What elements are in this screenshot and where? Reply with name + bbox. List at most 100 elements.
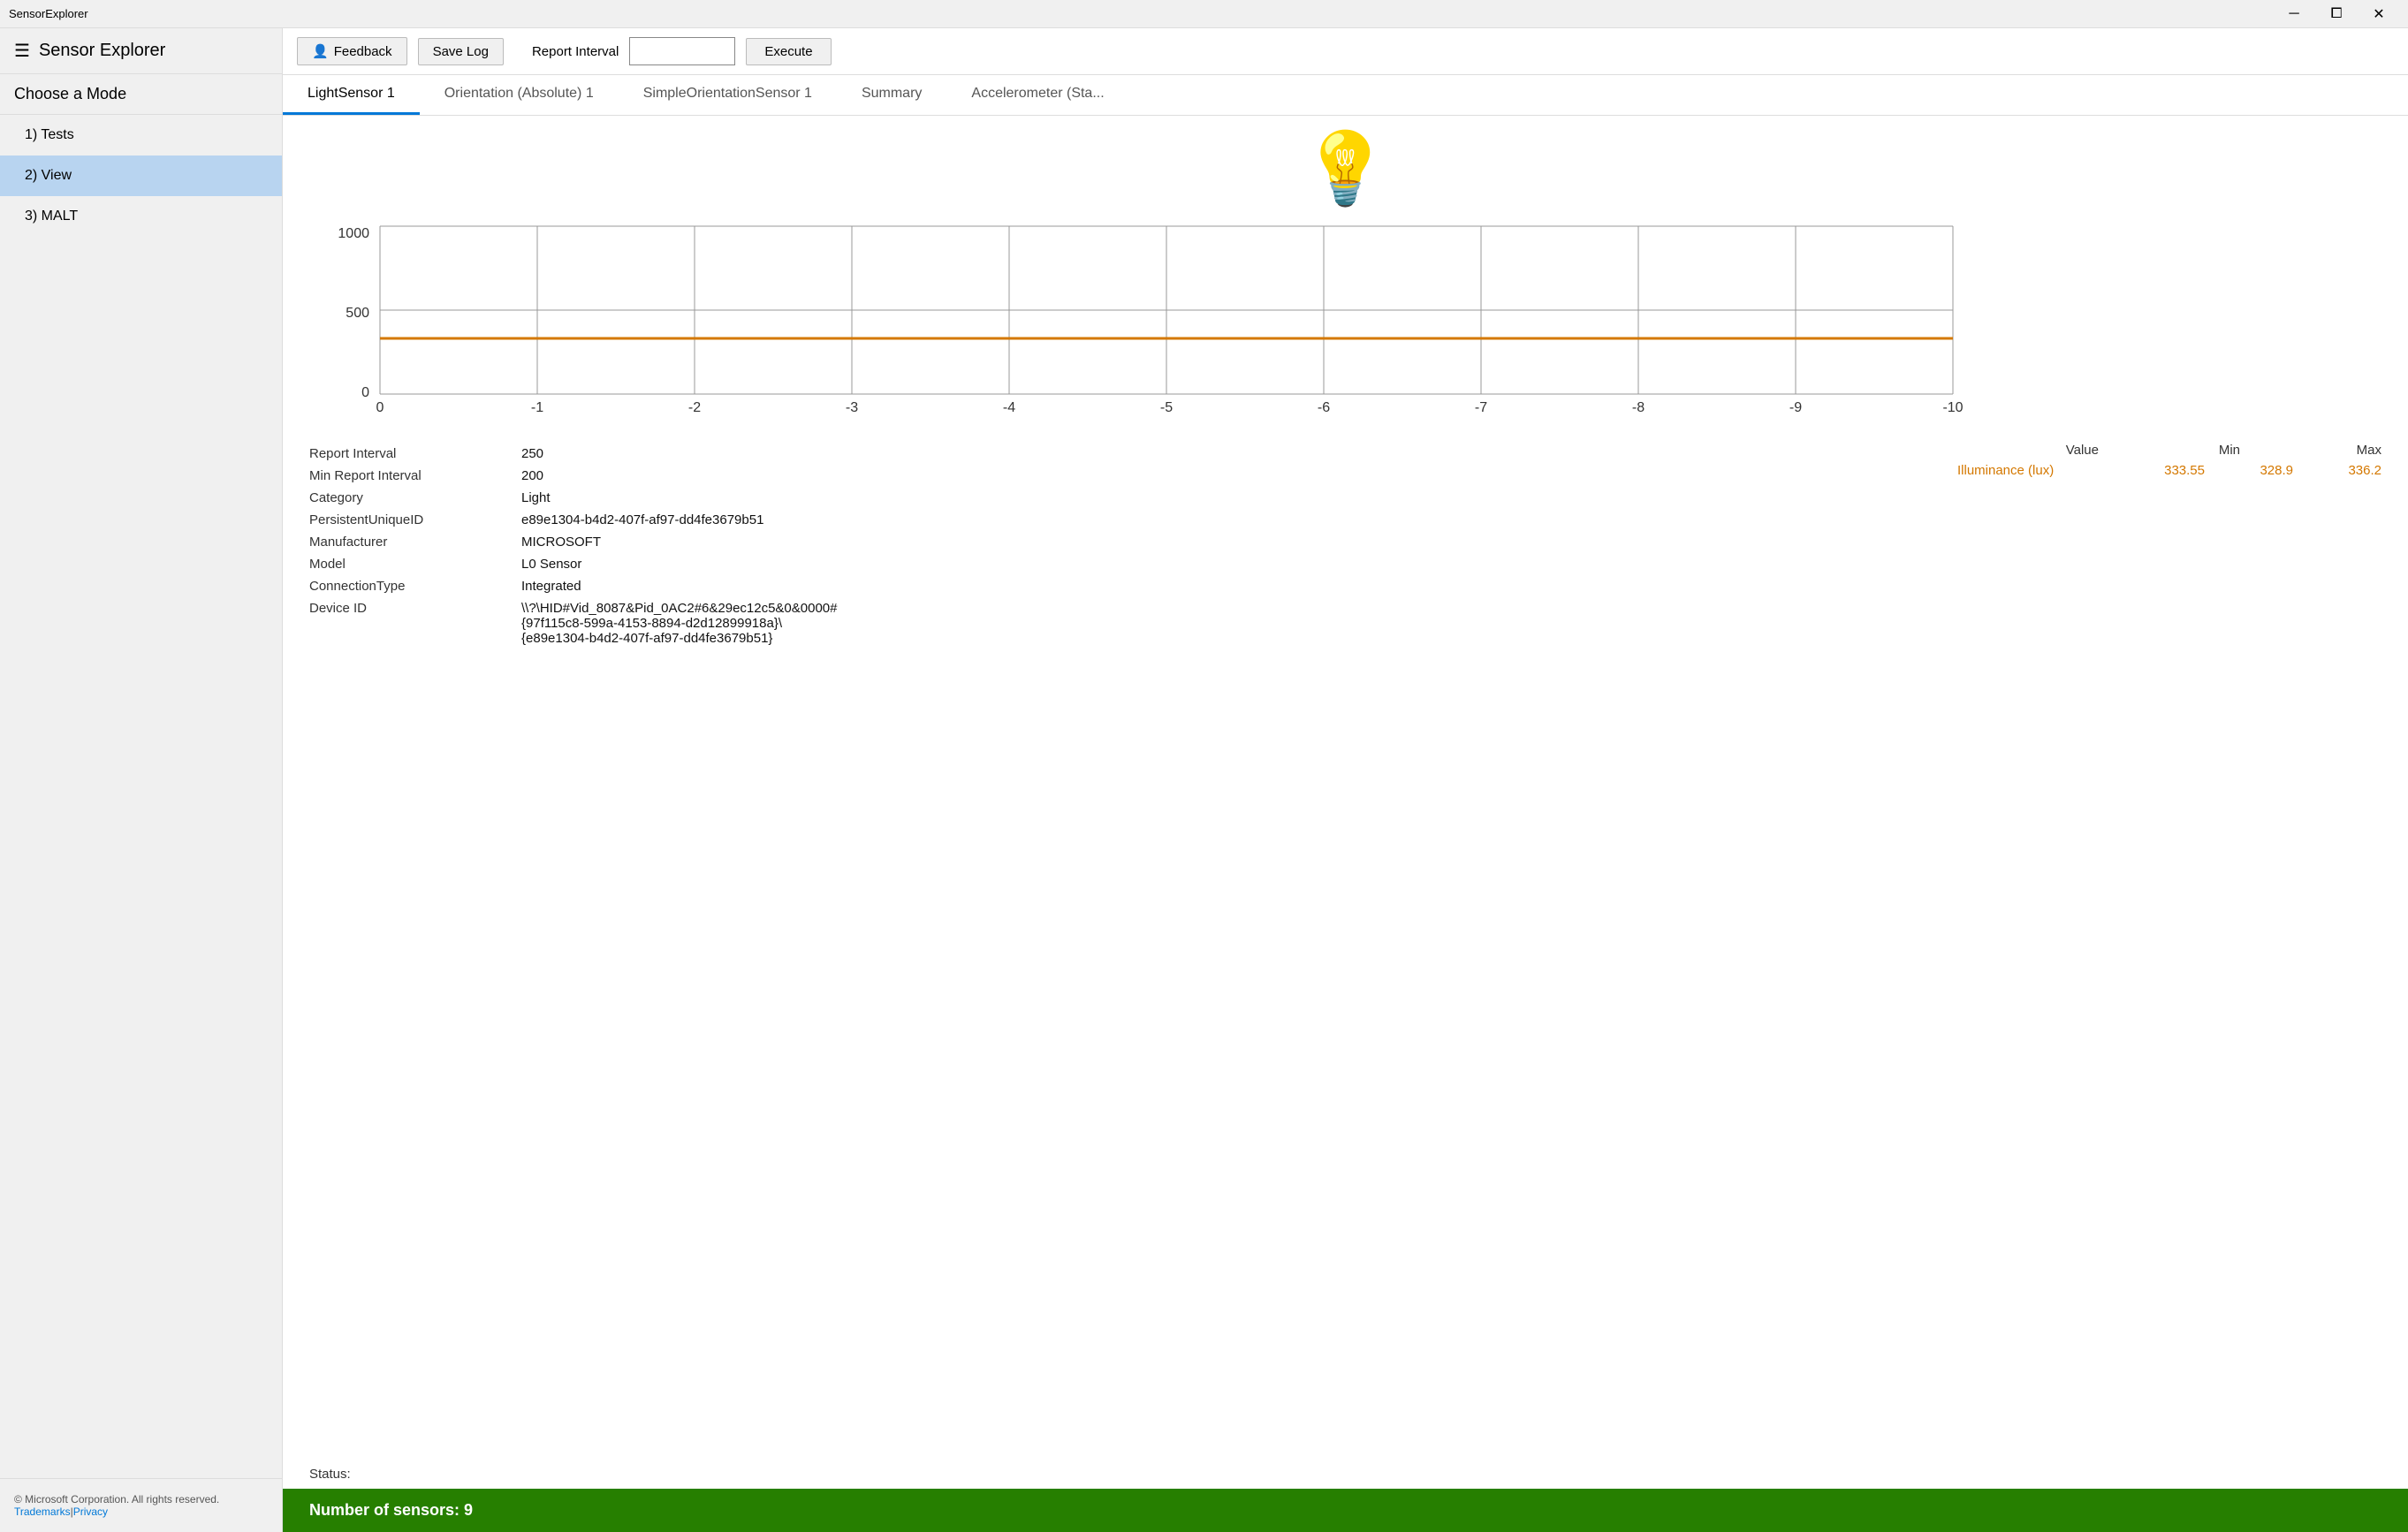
svg-text:1000: 1000 [338,226,369,241]
status-bar: Number of sensors: 9 [283,1489,2408,1532]
hamburger-icon[interactable]: ☰ [14,42,30,60]
illuminance-max: 336.2 [2293,463,2381,478]
device-id-label: Device ID [309,601,521,646]
info-section: Report Interval 250 Min Report Interval … [309,443,2381,649]
tab-orientation[interactable]: Orientation (Absolute) 1 [420,75,619,115]
app-title: SensorExplorer [9,7,88,20]
sensor-content: 💡 1000 500 0 [283,116,2408,1460]
trademarks-link[interactable]: Trademarks [14,1505,71,1518]
sidebar: ☰ Sensor Explorer Choose a Mode 1) Tests… [0,28,283,1532]
tab-simple-orientation[interactable]: SimpleOrientationSensor 1 [619,75,837,115]
titlebar-controls: ─ ⧠ ✕ [2274,0,2399,28]
report-interval-input[interactable] [629,37,735,65]
info-row-model: Model L0 Sensor [309,553,1904,575]
illuminance-label: Illuminance (lux) [1957,463,2116,478]
svg-text:-1: -1 [531,400,543,415]
info-row-min-report: Min Report Interval 200 [309,465,1904,487]
readings-header: Value Min Max [1957,443,2381,458]
lightbulb-icon: 💡 [1302,133,1390,204]
sidebar-header: ☰ Sensor Explorer [0,28,282,74]
model-label: Model [309,557,521,572]
persistent-uid-value: e89e1304-b4d2-407f-af97-dd4fe3679b51 [521,512,763,527]
svg-text:-4: -4 [1003,400,1015,415]
status-area: Status: [283,1460,2408,1489]
content-area: 👤 Feedback Save Log Report Interval Exec… [283,28,2408,1532]
privacy-link[interactable]: Privacy [73,1505,108,1518]
minimize-button[interactable]: ─ [2274,0,2314,28]
min-col-header: Min [2152,443,2240,458]
device-id-line3: {e89e1304-b4d2-407f-af97-dd4fe3679b51} [521,631,772,646]
sidebar-item-tests[interactable]: 1) Tests [0,115,282,155]
feedback-person-icon: 👤 [312,43,329,59]
illuminance-value: 333.55 [2116,463,2205,478]
svg-text:-7: -7 [1475,400,1487,415]
info-row-category: Category Light [309,487,1904,509]
report-interval-field-label: Report Interval [309,446,521,461]
svg-text:0: 0 [361,385,369,400]
footer-links: Trademarks | Privacy [14,1505,268,1518]
status-label: Status: [309,1467,351,1482]
svg-text:-8: -8 [1632,400,1645,415]
value-col-header: Value [2010,443,2099,458]
copyright-text: © Microsoft Corporation. All rights rese… [14,1493,268,1505]
main-layout: ☰ Sensor Explorer Choose a Mode 1) Tests… [0,28,2408,1532]
connection-type-value: Integrated [521,579,581,594]
sidebar-footer: © Microsoft Corporation. All rights rese… [0,1478,282,1532]
report-interval-label: Report Interval [532,44,619,59]
info-row-manufacturer: Manufacturer MICROSOFT [309,531,1904,553]
sidebar-item-malt[interactable]: 3) MALT [0,196,282,237]
device-id-line1: \\?\HID#Vid_8087&Pid_0AC2#6&29ec12c5&0&0… [521,601,838,616]
model-value: L0 Sensor [521,557,581,572]
readings-section: Value Min Max Illuminance (lux) 333.55 3… [1957,443,2381,649]
persistent-uid-label: PersistentUniqueID [309,512,521,527]
category-value: Light [521,490,551,505]
save-log-label: Save Log [433,44,489,59]
tabs: LightSensor 1 Orientation (Absolute) 1 S… [283,75,2408,116]
execute-label: Execute [764,44,812,59]
sensor-count: Number of sensors: 9 [309,1501,473,1519]
sidebar-app-name: Sensor Explorer [39,41,165,61]
info-row-report-interval: Report Interval 250 [309,443,1904,465]
report-interval-field-value: 250 [521,446,543,461]
illuminance-reading-row: Illuminance (lux) 333.55 328.9 336.2 [1957,463,2381,478]
device-id-value: \\?\HID#Vid_8087&Pid_0AC2#6&29ec12c5&0&0… [521,601,838,646]
tab-accelerometer[interactable]: Accelerometer (Sta... [946,75,1128,115]
svg-text:-10: -10 [1942,400,1963,415]
min-report-interval-value: 200 [521,468,543,483]
svg-text:-5: -5 [1160,400,1173,415]
manufacturer-value: MICROSOFT [521,535,601,550]
titlebar: SensorExplorer ─ ⧠ ✕ [0,0,2408,28]
device-id-line2: {97f115c8-599a-4153-8894-d2d12899918a}\ [521,616,782,631]
category-label: Category [309,490,521,505]
svg-text:-6: -6 [1318,400,1330,415]
choose-mode-label: Choose a Mode [0,74,282,115]
info-row-device-id: Device ID \\?\HID#Vid_8087&Pid_0AC2#6&29… [309,597,1904,649]
close-button[interactable]: ✕ [2359,0,2399,28]
info-row-connection: ConnectionType Integrated [309,575,1904,597]
connection-type-label: ConnectionType [309,579,521,594]
bulb-container: 💡 [309,133,2381,204]
execute-button[interactable]: Execute [746,38,831,65]
feedback-button[interactable]: 👤 Feedback [297,37,407,65]
min-report-interval-label: Min Report Interval [309,468,521,483]
illuminance-min: 328.9 [2205,463,2293,478]
svg-text:-3: -3 [846,400,858,415]
svg-text:0: 0 [376,400,384,415]
svg-text:500: 500 [346,306,369,321]
info-row-uid: PersistentUniqueID e89e1304-b4d2-407f-af… [309,509,1904,531]
chart-area: 1000 500 0 [309,222,2381,416]
info-table: Report Interval 250 Min Report Interval … [309,443,1904,649]
feedback-label: Feedback [334,44,392,59]
max-col-header: Max [2293,443,2381,458]
manufacturer-label: Manufacturer [309,535,521,550]
svg-text:-9: -9 [1789,400,1802,415]
save-log-button[interactable]: Save Log [418,38,504,65]
chart-svg: 1000 500 0 [309,222,1988,416]
maximize-button[interactable]: ⧠ [2316,0,2357,28]
titlebar-left: SensorExplorer [9,7,88,20]
sidebar-item-view[interactable]: 2) View [0,155,282,196]
tab-summary[interactable]: Summary [837,75,946,115]
svg-text:-2: -2 [688,400,701,415]
toolbar: 👤 Feedback Save Log Report Interval Exec… [283,28,2408,75]
tab-lightsensor1[interactable]: LightSensor 1 [283,75,420,115]
